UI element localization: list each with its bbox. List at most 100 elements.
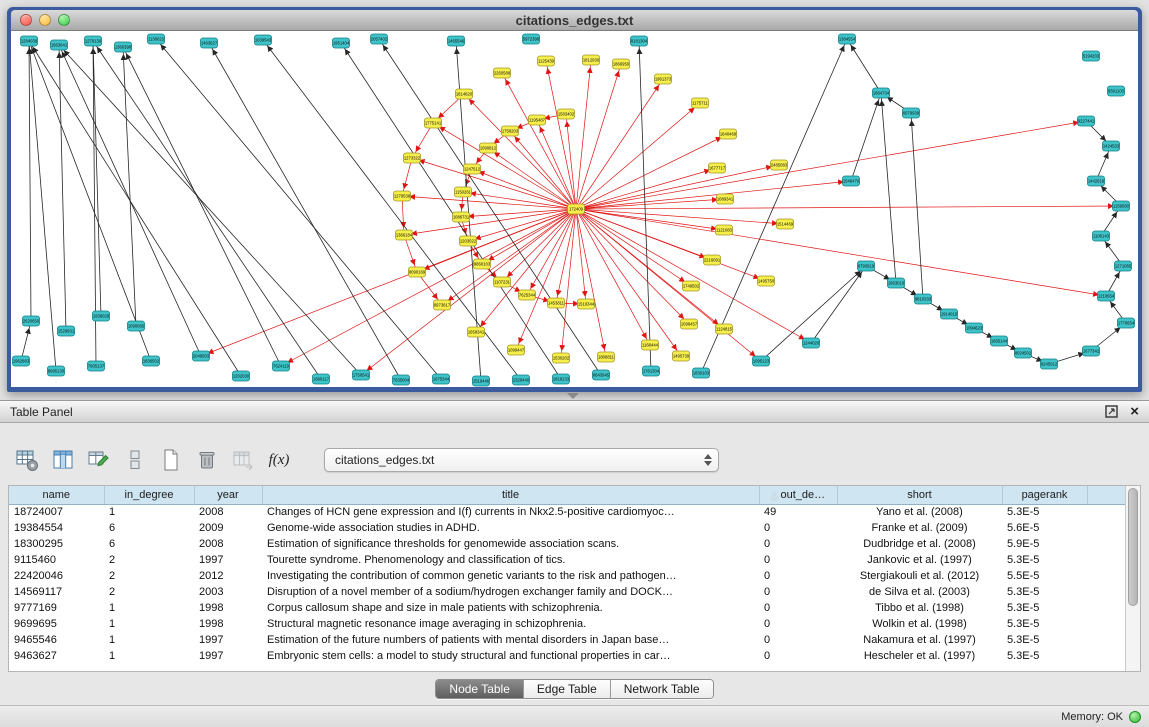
graph-node[interactable]: 1750541 [353, 370, 370, 380]
cell-pagerank[interactable]: 5.3E-5 [1002, 616, 1087, 632]
cell-outde[interactable]: 0 [759, 520, 837, 536]
cell-pagerank[interactable]: 5.3E-5 [1002, 632, 1087, 648]
graph-node[interactable]: 1424533 [1103, 141, 1120, 151]
cell-short[interactable]: Wolkin et al. (1998) [837, 616, 1002, 632]
graph-node[interactable]: 1090812 [480, 143, 497, 153]
cell-title[interactable]: Genome-wide association studies in ADHD. [262, 520, 759, 536]
table-scrollbar-thumb[interactable] [1128, 488, 1138, 606]
cell-year[interactable]: 1997 [194, 648, 262, 664]
graph-node[interactable]: 1095123 [753, 356, 770, 366]
graph-node[interactable]: 1936029 [93, 311, 110, 321]
graph-node[interactable]: 9973817 [434, 300, 451, 310]
graph-node[interactable]: 1664734 [873, 88, 890, 98]
graph-node[interactable]: 1866950 [613, 59, 630, 69]
graph-node[interactable]: 1495750 [758, 276, 775, 286]
cell-short[interactable]: Yano et al. (2008) [837, 504, 1002, 520]
graph-node[interactable]: 1463627 [201, 38, 218, 48]
cell-name[interactable]: 19384554 [9, 520, 104, 536]
graph-node[interactable]: 1775141 [425, 118, 442, 128]
cell-short[interactable]: Jankovic et al. (1997) [837, 552, 1002, 568]
table-row[interactable]: 2242004622012Investigating the contribut… [9, 568, 1127, 584]
graph-node[interactable]: 1951404 [333, 38, 350, 48]
cell-outde[interactable]: 0 [759, 632, 837, 648]
graph-node[interactable]: 1465546 [448, 36, 465, 46]
panel-resize-handle[interactable] [567, 393, 579, 399]
cell-pagerank[interactable]: 5.5E-5 [1002, 568, 1087, 584]
graph-node[interactable]: 1818133 [553, 374, 570, 384]
cell-title[interactable]: Changes of HCN gene expression and I(f) … [262, 504, 759, 520]
graph-node[interactable]: 1514469 [777, 219, 794, 229]
graph-node[interactable]: 1094623 [966, 323, 983, 333]
table-row[interactable]: 977716911998Corpus callosum shape and si… [9, 600, 1127, 616]
graph-node[interactable]: 5194203 [1083, 51, 1100, 61]
graph-node[interactable]: 8090169 [409, 267, 426, 277]
cell-title[interactable]: Estimation of the future numbers of pati… [262, 632, 759, 648]
graph-node[interactable]: 1279130 [85, 36, 102, 46]
column-header-outde[interactable]: △out_de… [759, 486, 837, 504]
cell-pagerank[interactable]: 5.3E-5 [1002, 600, 1087, 616]
function-builder-icon[interactable]: f(x) [266, 447, 292, 473]
table-scrollbar[interactable] [1125, 486, 1140, 671]
graph-node[interactable]: 7905137 [88, 361, 105, 371]
column-header-pagerank[interactable]: pagerank [1002, 486, 1087, 504]
cell-name[interactable]: 9115460 [9, 552, 104, 568]
graph-node[interactable]: 1962883 [13, 356, 30, 366]
graph-node[interactable]: 8024502 [1015, 348, 1032, 358]
graph-node[interactable]: 6679939 [903, 108, 920, 118]
cell-title[interactable]: Disruption of a novel member of a sodium… [262, 584, 759, 600]
cell-outde[interactable]: 0 [759, 552, 837, 568]
graph-node[interactable]: 1210654 [1098, 291, 1115, 301]
cell-indegree[interactable]: 6 [104, 536, 194, 552]
graph-node[interactable]: 9810333 [915, 294, 932, 304]
column-header-name[interactable]: name [9, 486, 104, 504]
graph-node[interactable]: 9591103 [1108, 86, 1125, 96]
graph-node[interactable]: 1529931 [58, 326, 75, 336]
graph-node[interactable]: 1495739 [673, 351, 690, 361]
cell-year[interactable]: 1998 [194, 616, 262, 632]
cell-short[interactable]: de Silva et al. (2003) [837, 584, 1002, 600]
graph-node[interactable]: 1677342 [1083, 346, 1100, 356]
graph-node[interactable]: 1278538 [394, 191, 411, 201]
graph-node[interactable]: 7625344 [519, 290, 536, 300]
cell-name[interactable]: 9777169 [9, 600, 104, 616]
column-header-indegree[interactable]: in_degree [104, 486, 194, 504]
graph-node[interactable]: 1519446 [473, 376, 490, 386]
cell-outde[interactable]: 0 [759, 584, 837, 600]
network-canvas[interactable]: 1724091583402119548717582031090812124751… [11, 31, 1138, 387]
graph-node[interactable]: 1453811 [548, 298, 565, 308]
cell-title[interactable]: Investigating the contribution of common… [262, 568, 759, 584]
edit-table-icon[interactable] [86, 447, 112, 473]
cell-indegree[interactable]: 1 [104, 504, 194, 520]
cell-title[interactable]: Structural magnetic resonance image aver… [262, 616, 759, 632]
graph-node[interactable]: 1124815 [716, 324, 733, 334]
cell-indegree[interactable]: 1 [104, 600, 194, 616]
cell-year[interactable]: 2008 [194, 536, 262, 552]
graph-node[interactable]: 1961373 [655, 74, 672, 84]
graph-node[interactable]: 1247512 [464, 164, 481, 174]
cell-name[interactable]: 18300295 [9, 536, 104, 552]
graph-node[interactable]: 1107231 [494, 277, 511, 287]
cell-indegree[interactable]: 6 [104, 520, 194, 536]
graph-node[interactable]: 7624119 [273, 361, 290, 371]
table-settings-icon[interactable] [14, 447, 40, 473]
graph-node[interactable]: 2049503 [193, 351, 210, 361]
graph-node[interactable]: 1963019 [888, 278, 905, 288]
window-titlebar[interactable]: citations_edges.txt [11, 10, 1138, 31]
graph-node[interactable]: 1366399 [115, 42, 132, 52]
graph-node[interactable]: 1677717 [709, 163, 726, 173]
close-panel-icon[interactable]: × [1130, 404, 1139, 419]
table-row[interactable]: 969969511998Structural magnetic resonanc… [9, 616, 1127, 632]
table-row[interactable]: 1830029562008Estimation of significance … [9, 536, 1127, 552]
graph-node[interactable]: 1108143 [1093, 231, 1110, 241]
close-window-button[interactable] [20, 14, 32, 26]
cell-pagerank[interactable]: 5.6E-5 [1002, 520, 1087, 536]
graph-node[interactable]: 1808811 [598, 352, 615, 362]
cell-short[interactable]: Franke et al. (2009) [837, 520, 1002, 536]
rows-icon[interactable] [122, 447, 148, 473]
graph-node[interactable]: 1202030 [233, 371, 250, 381]
cell-name[interactable]: 9699695 [9, 616, 104, 632]
graph-node[interactable]: 1530202 [553, 353, 570, 363]
column-header-year[interactable]: year [194, 486, 262, 504]
cell-pagerank[interactable]: 5.3E-5 [1002, 648, 1087, 664]
cell-outde[interactable]: 0 [759, 568, 837, 584]
